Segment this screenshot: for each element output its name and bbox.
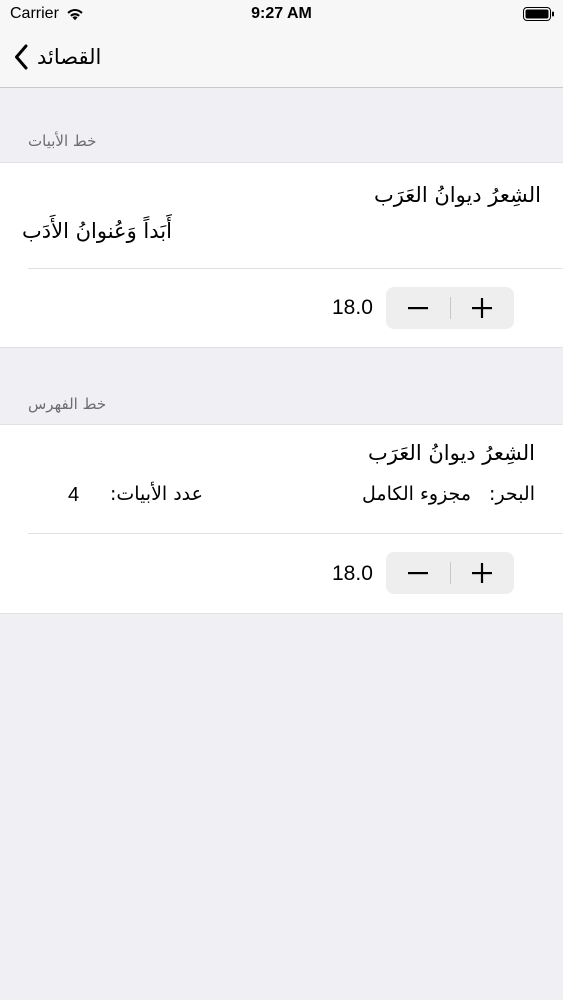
verses-font-increment-button[interactable] [451, 287, 515, 329]
index-font-size-value: 18.0 [332, 562, 373, 585]
battery-icon [523, 7, 554, 21]
index-font-increment-button[interactable] [451, 552, 515, 594]
minus-icon [407, 572, 428, 575]
verses-preview-line-2: أَبَداً وَعُنوانُ الأَدَب [22, 219, 172, 243]
back-button[interactable]: القصائد [14, 40, 101, 74]
index-font-decrement-button[interactable] [386, 552, 450, 594]
verse-count-value: 4 [68, 484, 80, 506]
verse-count-label: عدد الأبيات: [109, 483, 203, 505]
meter-value: مجزوء الكامل [362, 483, 471, 505]
chevron-left-icon [15, 44, 28, 70]
verses-font-decrement-button[interactable] [386, 287, 450, 329]
verses-font-size-value: 18.0 [332, 296, 373, 319]
row-divider [28, 533, 563, 534]
status-bar: Carrier 9:27 AM [0, 0, 563, 30]
section-header-index-font: خط الفهرس [28, 395, 107, 413]
index-font-group: الشِعرُ ديوانُ العَرَب البحر: مجزوء الكا… [0, 424, 563, 614]
plus-icon [472, 298, 493, 318]
minus-icon [407, 307, 428, 310]
section-header-verses-font: خط الأبيات [28, 132, 97, 150]
verses-font-size-stepper [386, 287, 514, 329]
verses-preview-line-1: الشِعرُ ديوانُ العَرَب [373, 183, 541, 207]
verses-font-group: الشِعرُ ديوانُ العَرَب أَبَداً وَعُنوانُ… [0, 162, 563, 348]
navigation-bar: القصائد [0, 30, 563, 88]
plus-icon [472, 563, 493, 583]
row-divider [28, 268, 563, 269]
index-preview-title: الشِعرُ ديوانُ العَرَب [367, 441, 535, 465]
index-font-size-stepper [386, 552, 514, 594]
meter-label: البحر: [489, 483, 535, 505]
back-button-label: القصائد [37, 45, 102, 69]
status-time: 9:27 AM [251, 5, 312, 22]
